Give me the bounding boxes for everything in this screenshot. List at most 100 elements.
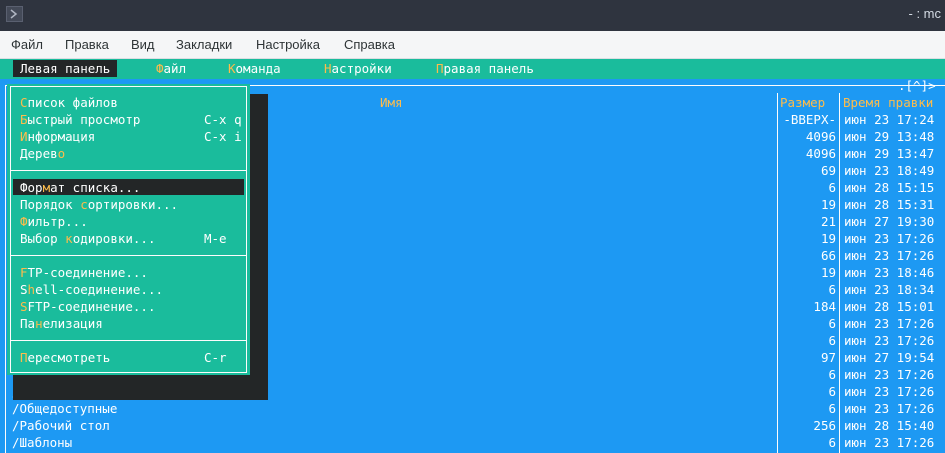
- item-label-pre: Па: [20, 316, 36, 331]
- file-mtime: июн 27 19:54: [844, 350, 935, 365]
- table-row[interactable]: /Рабочий стол 256 июн 28 15:40: [0, 417, 945, 434]
- item-label-pre: Дерев: [20, 146, 58, 161]
- file-mtime: июн 28 15:15: [844, 180, 935, 195]
- mc-menu-label: астройки: [331, 61, 392, 76]
- item-label-rest: ell-соединение...: [35, 282, 163, 297]
- file-size: 6: [828, 316, 836, 331]
- file-mtime: июн 23 18:46: [844, 265, 935, 280]
- dropdown-item[interactable]: Формат списка...: [20, 179, 242, 196]
- file-size: 19: [820, 231, 836, 246]
- file-size: 21: [820, 214, 836, 229]
- column-header-size[interactable]: Размер: [780, 94, 825, 111]
- item-hotkey: h: [27, 282, 36, 297]
- file-mtime: июн 23 17:26: [844, 231, 935, 246]
- file-mtime: июн 23 18:49: [844, 163, 935, 178]
- menu-file[interactable]: Файл: [11, 37, 43, 52]
- dropdown-shadow: [13, 375, 268, 400]
- panel-hint[interactable]: .[^]>: [898, 77, 936, 94]
- item-hotkey: Б: [20, 112, 28, 127]
- mc-menu-file[interactable]: Файл: [156, 60, 186, 77]
- file-mtime: июн 28 15:40: [844, 418, 935, 433]
- file-mtime: июн 23 17:26: [844, 333, 935, 348]
- terminal-icon[interactable]: [6, 6, 23, 22]
- file-size: 6: [828, 180, 836, 195]
- item-label-rest: ортировки...: [87, 197, 179, 212]
- file-name: /Шаблоны: [12, 435, 73, 450]
- dropdown-item[interactable]: Выбор кодировки... M-e: [20, 230, 242, 247]
- menu-bookmarks[interactable]: Закладки: [176, 37, 232, 52]
- item-label-rest: FTP-соединение...: [27, 299, 156, 314]
- menu-settings[interactable]: Настройка: [256, 37, 320, 52]
- dropdown-item[interactable]: Быстрый просмотр C-x q: [20, 111, 242, 128]
- file-size: 6: [828, 367, 836, 382]
- file-size: 6: [828, 435, 836, 450]
- dropdown-item[interactable]: Пересмотреть C-r: [20, 349, 242, 366]
- left-panel-dropdown: Список файлов Быстрый просмотр C-x q Информ…: [7, 84, 250, 375]
- mc-menu-left-panel[interactable]: Левая панель: [13, 60, 118, 77]
- file-mtime: июн 23 17:26: [844, 384, 935, 399]
- dropdown-item[interactable]: Список файлов: [20, 94, 242, 111]
- file-mtime: июн 23 18:34: [844, 282, 935, 297]
- file-size: 6: [828, 333, 836, 348]
- dropdown-separator: [10, 340, 247, 341]
- file-name: /Общедоступные: [12, 401, 118, 416]
- file-mtime: июн 28 15:01: [844, 299, 935, 314]
- item-label-pre: S: [20, 282, 28, 297]
- item-label-rest: ильтр...: [27, 214, 88, 229]
- dropdown-item[interactable]: Shell-соединение...: [20, 281, 242, 298]
- table-row[interactable]: /Шаблоны 6 июн 23 17:26: [0, 434, 945, 451]
- item-shortcut: C-x i: [204, 129, 242, 144]
- file-mtime: июн 29 13:48: [844, 129, 935, 144]
- mc-menu-label: оманда: [235, 61, 281, 76]
- file-size: 4096: [805, 129, 836, 144]
- dropdown-item[interactable]: Панелизация: [20, 315, 242, 332]
- dropdown-item[interactable]: SFTP-соединение...: [20, 298, 242, 315]
- table-row[interactable]: /Общедоступные 6 июн 23 17:26: [0, 400, 945, 417]
- file-size: 184: [813, 299, 836, 314]
- mc-menu-command[interactable]: Команда: [228, 60, 281, 77]
- file-size: -ВВЕРХ-: [783, 112, 836, 127]
- file-mtime: июн 23 17:26: [844, 401, 935, 416]
- mc-menu-options[interactable]: Настройки: [324, 60, 392, 77]
- column-header-mtime[interactable]: Время правки: [843, 94, 933, 111]
- item-shortcut: M-e: [204, 231, 227, 246]
- item-label-rest: TP-соединение...: [27, 265, 148, 280]
- menu-view[interactable]: Вид: [131, 37, 155, 52]
- file-mtime: июн 23 17:26: [844, 435, 935, 450]
- file-mtime: июн 28 15:31: [844, 197, 935, 212]
- file-size: 97: [820, 350, 836, 365]
- item-hotkey: F: [20, 265, 28, 280]
- menu-help[interactable]: Справка: [344, 37, 395, 52]
- dropdown-item[interactable]: Фильтр...: [20, 213, 242, 230]
- mc-menu-right-panel[interactable]: Правая панель: [436, 60, 534, 77]
- item-label-pre: Выбор: [20, 231, 66, 246]
- dropdown-item[interactable]: FTP-соединение...: [20, 264, 242, 281]
- mc-menu-label: равая панель: [443, 61, 534, 76]
- file-mtime: июн 23 17:26: [844, 248, 935, 263]
- item-hotkey: S: [20, 299, 28, 314]
- item-hotkey: к: [65, 231, 73, 246]
- menu-edit[interactable]: Правка: [65, 37, 109, 52]
- hotkey: Н: [324, 61, 332, 76]
- item-label-rest: писок файлов: [27, 95, 118, 110]
- column-header-name[interactable]: Имя: [380, 94, 403, 111]
- dropdown-separator: [10, 170, 247, 171]
- dropdown-item[interactable]: Порядок сортировки...: [20, 196, 242, 213]
- file-size: 4096: [805, 146, 836, 161]
- dropdown-item[interactable]: Информация C-x i: [20, 128, 242, 145]
- item-hotkey: П: [20, 350, 28, 365]
- hotkey: П: [436, 61, 444, 76]
- item-label-rest: елизация: [42, 316, 103, 331]
- dropdown-shadow: [250, 94, 268, 400]
- dropdown-item[interactable]: Дерево: [20, 145, 242, 162]
- terminal-area[interactable]: Левая панель Файл Команда Настройки Прав…: [0, 59, 945, 453]
- file-size: 6: [828, 282, 836, 297]
- hotkey: К: [228, 61, 236, 76]
- item-label-rest: ересмотреть: [27, 350, 111, 365]
- item-label-rest: ат списка...: [50, 180, 141, 195]
- window-title: - : mc: [908, 6, 942, 21]
- file-mtime: июн 23 17:24: [844, 112, 935, 127]
- window-titlebar: - : mc: [0, 0, 945, 31]
- item-label-rest: нформация: [27, 129, 96, 144]
- item-hotkey: н: [35, 316, 43, 331]
